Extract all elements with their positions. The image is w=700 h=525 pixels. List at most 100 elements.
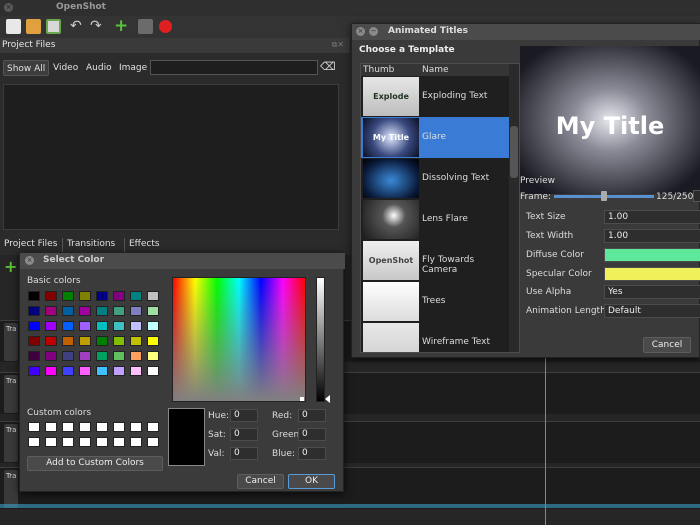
cancel-button[interactable]: Cancel xyxy=(237,474,284,489)
basic-color-swatch[interactable] xyxy=(147,336,159,346)
custom-color-swatch[interactable] xyxy=(130,437,142,447)
ok-button[interactable]: OK xyxy=(288,474,335,489)
basic-color-swatch[interactable] xyxy=(79,336,91,346)
profile-icon[interactable] xyxy=(138,19,153,34)
save-project-icon[interactable] xyxy=(46,19,61,34)
basic-color-swatch[interactable] xyxy=(130,321,142,331)
template-list[interactable]: Thumb Name Explode Exploding Text My Title… xyxy=(360,63,520,353)
export-video-icon[interactable] xyxy=(159,20,172,33)
luminance-slider[interactable] xyxy=(316,277,325,402)
basic-color-swatch[interactable] xyxy=(96,321,108,331)
basic-color-swatch[interactable] xyxy=(113,336,125,346)
filter-audio[interactable]: Audio xyxy=(83,60,115,76)
basic-color-swatch[interactable] xyxy=(28,321,40,331)
basic-color-swatch[interactable] xyxy=(113,366,125,376)
basic-color-swatch[interactable] xyxy=(28,336,40,346)
basic-color-swatch[interactable] xyxy=(62,351,74,361)
filter-image[interactable]: Image xyxy=(116,60,150,76)
template-row[interactable]: Trees xyxy=(361,281,509,322)
template-row[interactable]: My Title Glare xyxy=(361,117,509,158)
color-field-input[interactable]: 0 xyxy=(298,409,326,422)
color-field-input[interactable]: 0 xyxy=(298,428,326,441)
basic-color-swatch[interactable] xyxy=(62,291,74,301)
filter-video[interactable]: Video xyxy=(50,60,81,76)
color-field-input[interactable]: 0 xyxy=(230,428,258,441)
color-spectrum[interactable] xyxy=(172,277,306,402)
color-field-input[interactable]: 0 xyxy=(230,447,258,460)
basic-color-swatch[interactable] xyxy=(147,306,159,316)
custom-color-swatch[interactable] xyxy=(147,422,159,432)
custom-color-swatch[interactable] xyxy=(147,437,159,447)
basic-color-swatch[interactable] xyxy=(130,336,142,346)
property-value[interactable]: 1.00 xyxy=(604,229,700,243)
custom-color-swatch[interactable] xyxy=(28,422,40,432)
basic-color-swatch[interactable] xyxy=(130,291,142,301)
basic-color-swatch[interactable] xyxy=(96,366,108,376)
basic-color-swatch[interactable] xyxy=(79,291,91,301)
basic-color-swatch[interactable] xyxy=(28,291,40,301)
basic-color-swatch[interactable] xyxy=(62,321,74,331)
custom-color-swatch[interactable] xyxy=(45,422,57,432)
basic-color-swatch[interactable] xyxy=(96,306,108,316)
open-project-icon[interactable] xyxy=(26,19,41,34)
undo-icon[interactable]: ↶ xyxy=(70,19,85,34)
import-files-icon[interactable]: + xyxy=(114,18,129,35)
template-row[interactable]: Wireframe Text xyxy=(361,322,509,352)
custom-color-swatch[interactable] xyxy=(130,422,142,432)
custom-color-swatch[interactable] xyxy=(79,422,91,432)
property-value[interactable]: Yes xyxy=(604,285,700,299)
template-row[interactable]: Lens Flare xyxy=(361,199,509,240)
tab-effects[interactable]: Effects xyxy=(124,238,164,252)
luminance-arrow-icon[interactable] xyxy=(325,395,330,403)
basic-color-swatch[interactable] xyxy=(62,306,74,316)
basic-color-swatch[interactable] xyxy=(130,351,142,361)
new-project-icon[interactable] xyxy=(6,19,21,34)
basic-color-swatch[interactable] xyxy=(28,306,40,316)
dock-controls-icon[interactable]: ⧉✕ xyxy=(332,40,344,50)
color-field-input[interactable]: 0 xyxy=(298,447,326,460)
template-list-scrollbar[interactable] xyxy=(509,64,519,352)
basic-color-swatch[interactable] xyxy=(113,291,125,301)
property-value[interactable]: 1.00 xyxy=(604,210,700,224)
custom-color-swatch[interactable] xyxy=(96,422,108,432)
basic-color-swatch[interactable] xyxy=(130,366,142,376)
project-files-list[interactable] xyxy=(3,84,339,230)
property-value[interactable] xyxy=(604,248,700,262)
add-custom-colors-button[interactable]: Add to Custom Colors xyxy=(27,456,163,471)
basic-color-swatch[interactable] xyxy=(45,306,57,316)
basic-color-swatch[interactable] xyxy=(28,366,40,376)
basic-color-swatch[interactable] xyxy=(113,306,125,316)
basic-color-swatch[interactable] xyxy=(113,351,125,361)
custom-color-swatch[interactable] xyxy=(62,422,74,432)
basic-color-swatch[interactable] xyxy=(28,351,40,361)
template-row[interactable]: OpenShot TitleFly Towards Camera xyxy=(361,240,509,281)
basic-color-swatch[interactable] xyxy=(96,351,108,361)
minimize-dialog-icon[interactable]: − xyxy=(369,27,378,36)
basic-color-swatch[interactable] xyxy=(113,321,125,331)
filter-search-input[interactable] xyxy=(150,60,318,75)
custom-color-swatch[interactable] xyxy=(96,437,108,447)
template-row[interactable]: Explode Exploding Text xyxy=(361,76,509,117)
add-track-icon[interactable]: + xyxy=(4,259,18,275)
cancel-button[interactable]: Cancel xyxy=(643,337,691,353)
basic-color-swatch[interactable] xyxy=(130,306,142,316)
basic-color-swatch[interactable] xyxy=(62,336,74,346)
tab-project-files[interactable]: Project Files xyxy=(0,238,61,252)
basic-color-swatch[interactable] xyxy=(147,366,159,376)
custom-color-swatch[interactable] xyxy=(113,422,125,432)
basic-color-swatch[interactable] xyxy=(79,306,91,316)
basic-color-swatch[interactable] xyxy=(45,291,57,301)
template-row[interactable]: Dissolving Text xyxy=(361,158,509,199)
custom-color-swatch[interactable] xyxy=(62,437,74,447)
basic-color-swatch[interactable] xyxy=(96,336,108,346)
basic-color-swatch[interactable] xyxy=(45,336,57,346)
custom-color-swatch[interactable] xyxy=(113,437,125,447)
basic-color-swatch[interactable] xyxy=(45,366,57,376)
basic-color-swatch[interactable] xyxy=(147,291,159,301)
tab-transitions[interactable]: Transitions xyxy=(62,238,119,252)
close-window-icon[interactable]: × xyxy=(4,3,13,12)
redo-icon[interactable]: ↷ xyxy=(90,19,105,34)
clear-filter-icon[interactable]: ⌫ xyxy=(320,60,336,74)
custom-color-swatch[interactable] xyxy=(45,437,57,447)
spectrum-cursor[interactable] xyxy=(300,397,304,401)
